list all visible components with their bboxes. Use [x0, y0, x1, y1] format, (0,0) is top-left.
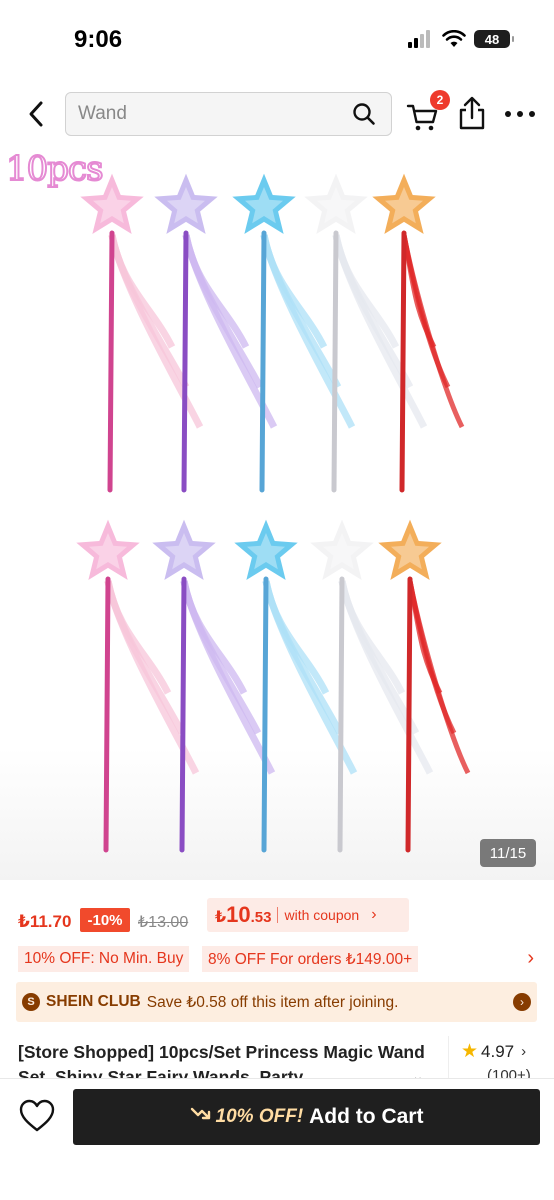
current-price: ₺11.70: [18, 912, 72, 931]
chevron-right-icon: ›: [513, 993, 531, 1011]
rating-box[interactable]: ★ 4.97 › (100+): [448, 1036, 554, 1080]
chevron-left-icon: [29, 101, 43, 127]
offer-label: 10% OFF!: [215, 1106, 304, 1127]
coupon-price-box[interactable]: ₺10.53 with coupon ›: [207, 898, 409, 932]
image-counter: 11/15: [480, 839, 536, 867]
coupon-price: ₺10.53: [215, 902, 272, 927]
cellular-signal-icon: [408, 30, 430, 48]
promotions-chevron-icon[interactable]: ›: [527, 947, 534, 970]
price-row: ₺11.70 -10% ₺13.00 ₺10.53 with coupon ›: [0, 896, 554, 940]
add-to-cart-button[interactable]: 10% OFF! Add to Cart: [73, 1089, 540, 1145]
wifi-icon: [442, 30, 466, 47]
share-icon: [459, 96, 485, 130]
product-title-row: [Store Shopped] 10pcs/Set Princess Magic…: [0, 1036, 554, 1080]
share-button[interactable]: [455, 94, 489, 132]
status-bar: 9:06 48: [0, 0, 554, 80]
product-image: [71, 168, 471, 853]
back-button[interactable]: [18, 94, 54, 134]
original-price: ₺13.00: [138, 914, 189, 931]
club-name: SHEIN CLUB: [46, 993, 141, 1010]
product-title[interactable]: [Store Shopped] 10pcs/Set Princess Magic…: [18, 1040, 430, 1080]
wishlist-button[interactable]: [18, 1099, 56, 1135]
promo-tag[interactable]: 8% OFF For orders ₺149.00+: [202, 946, 419, 972]
coupon-label: with coupon: [284, 907, 360, 923]
star-icon: ★: [461, 1041, 479, 1062]
search-box[interactable]: [65, 92, 392, 136]
trend-down-icon: [190, 1106, 212, 1128]
status-time: 9:06: [74, 26, 123, 53]
club-logo-icon: S: [22, 993, 40, 1011]
more-options-button[interactable]: [502, 102, 538, 126]
heart-icon: [19, 1099, 55, 1132]
rating-value-row: ★ 4.97 ›: [461, 1040, 554, 1063]
discount-tag: -10%: [80, 908, 130, 932]
cart-button[interactable]: 2: [406, 90, 450, 132]
club-savings-text: Save ₺0.58 off this item after joining.: [146, 993, 399, 1011]
nav-bar: 2: [0, 88, 554, 140]
more-dots-icon: [505, 111, 535, 117]
promotions-row: 10% OFF: No Min. Buy 8% OFF For orders ₺…: [0, 944, 554, 974]
product-image-gallery[interactable]: 10pcs 11/15: [0, 145, 554, 880]
chevron-right-icon: ›: [521, 1043, 527, 1060]
coupon-divider: [277, 907, 279, 923]
search-icon: [353, 103, 375, 125]
rating-value: 4.97: [481, 1041, 515, 1061]
search-button[interactable]: [349, 99, 379, 129]
search-input[interactable]: [78, 103, 349, 125]
cart-count-badge: 2: [430, 90, 450, 110]
shein-club-banner[interactable]: S SHEIN CLUB Save ₺0.58 off this item af…: [16, 982, 537, 1022]
battery-icon: 48: [474, 30, 514, 48]
status-icons: 48: [408, 30, 514, 48]
image-overlay-text: 10pcs: [5, 148, 105, 190]
add-to-cart-label: Add to Cart: [309, 1105, 424, 1128]
chevron-right-icon: ›: [371, 906, 377, 923]
promo-tag[interactable]: 10% OFF: No Min. Buy: [18, 946, 190, 972]
bottom-action-bar: 10% OFF! Add to Cart: [0, 1078, 554, 1200]
